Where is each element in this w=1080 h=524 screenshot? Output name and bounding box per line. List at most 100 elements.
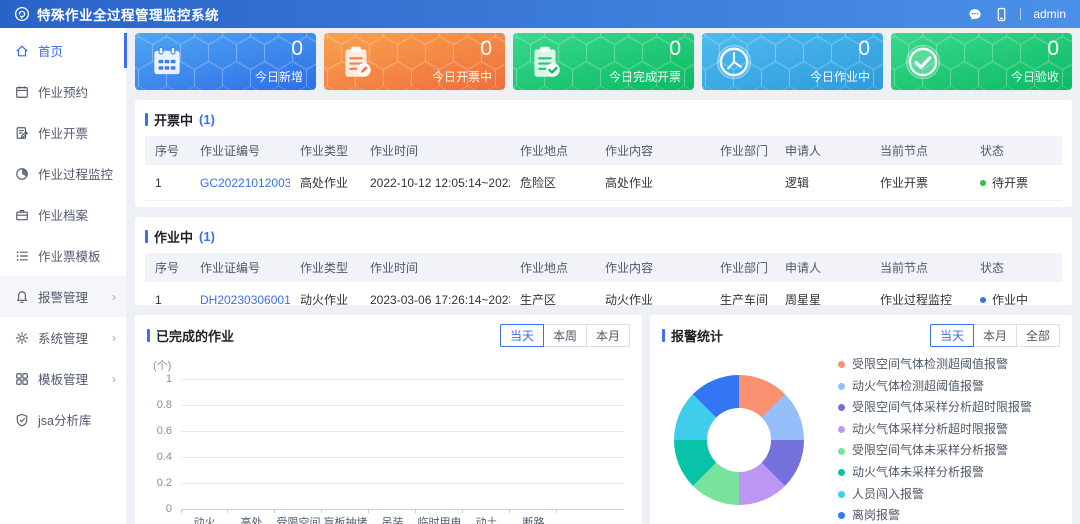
username[interactable]: admin	[1033, 7, 1066, 21]
y-tick: 0	[166, 503, 172, 515]
sidebar-item-job-reservation[interactable]: 作业预约	[0, 71, 126, 112]
sidebar-item-jsa-library[interactable]: jsa分析库	[0, 399, 126, 440]
legend-item: 动火气体采样分析超时限报警	[838, 422, 1032, 438]
table-header-row: 序号作业证编号作业类型作业时间作业地点作业内容作业部门申请人当前节点状态	[145, 253, 1062, 282]
ticket-number-link[interactable]: GC202210120030	[200, 176, 290, 190]
sidebar-item-process-monitor[interactable]: 作业过程监控	[0, 153, 126, 194]
stat-label: 今日验收	[1011, 68, 1059, 85]
legend-dot	[838, 361, 845, 368]
alarm-chart-body: 受限空间气体检测超阈值报警 动火气体检测超阈值报警 受限空间气体采样分析超时限报…	[662, 357, 1060, 524]
message-icon[interactable]	[967, 7, 983, 22]
sidebar-item-job-ticketing[interactable]: 作业开票	[0, 112, 126, 153]
ticketing-count: (1)	[199, 112, 215, 127]
clipboard-edit-icon	[337, 43, 375, 81]
y-tick: 0.2	[157, 477, 172, 489]
sidebar-item-template-management[interactable]: 模板管理 ›	[0, 358, 126, 399]
y-tick: 0.8	[157, 399, 172, 411]
x-category: 断路	[510, 509, 557, 524]
stat-cards-row: 0 今日新增 0 今日开票中	[135, 33, 1072, 90]
y-axis-unit: (个)	[153, 357, 630, 373]
legend-dot	[838, 491, 845, 498]
y-tick: 0.6	[157, 425, 172, 437]
chevron-right-icon: ›	[112, 331, 116, 345]
sidebar-item-system-management[interactable]: 系统管理 ›	[0, 317, 126, 358]
filter-week-button[interactable]: 本周	[543, 324, 587, 347]
legend-item: 动火气体检测超阈值报警	[838, 379, 1032, 395]
legend-dot	[838, 448, 845, 455]
bar-chart-plot: 1 0.8 0.6 0.4 0.2 0	[181, 379, 624, 509]
working-panel: 作业中(1) 序号作业证编号作业类型作业时间作业地点作业内容作业部门申请人当前节…	[135, 217, 1072, 305]
working-status-dot	[980, 297, 986, 303]
legend-item: 受限空间气体采样分析超时限报警	[838, 400, 1032, 416]
ticketing-status-dot	[980, 180, 986, 186]
home-icon	[15, 44, 29, 58]
table-header-row: 序号作业证编号作业类型作业时间作业地点作业内容作业部门申请人当前节点状态	[145, 136, 1062, 165]
working-count: (1)	[199, 229, 215, 244]
app-title: 特殊作业全过程管理监控系统	[37, 4, 219, 24]
stat-card-working-today: 0 今日作业中	[702, 33, 883, 90]
sidebar-item-ticket-template[interactable]: 作业票模板	[0, 235, 126, 276]
legend-item: 动火气体未采样分析报警	[838, 465, 1032, 481]
ticket-number-link[interactable]: DH202303060010	[200, 293, 290, 306]
ticketing-panel: 开票中(1) 序号作业证编号作业类型作业时间作业地点作业内容作业部门申请人当前节…	[135, 100, 1072, 207]
process-monitor-icon	[15, 167, 29, 181]
stat-value: 0	[609, 38, 681, 60]
brand: 特殊作业全过程管理监控系统	[14, 4, 219, 24]
stat-card-ticketing-today: 0 今日开票中	[324, 33, 505, 90]
legend-dot	[838, 383, 845, 390]
calendar-icon	[15, 85, 29, 99]
stat-value: 0	[432, 38, 492, 60]
template-grid-icon	[15, 372, 29, 386]
filter-all-button[interactable]: 全部	[1016, 324, 1060, 347]
legend-dot	[838, 426, 845, 433]
y-tick: 1	[166, 373, 172, 385]
main-content: 0 今日新增 0 今日开票中	[127, 28, 1080, 524]
sidebar-item-alarm-management[interactable]: 报警管理 ›	[0, 276, 126, 317]
x-category: 动土	[463, 509, 510, 524]
x-category: 动火	[181, 509, 228, 524]
stat-card-acceptance-today: 0 今日验收	[891, 33, 1072, 90]
legend-dot	[838, 469, 845, 476]
ticketing-table: 序号作业证编号作业类型作业时间作业地点作业内容作业部门申请人当前节点状态 1 G…	[145, 136, 1062, 201]
panel-title-ticketing: 开票中(1)	[145, 110, 215, 129]
stat-card-completed-ticketing-today: 0 今日完成开票	[513, 33, 694, 90]
alarm-legend: 受限空间气体检测超阈值报警 动火气体检测超阈值报警 受限空间气体采样分析超时限报…	[838, 357, 1032, 524]
stat-label: 今日作业中	[810, 68, 870, 85]
stat-label: 今日新增	[255, 68, 303, 85]
chevron-right-icon: ›	[112, 372, 116, 386]
status-badge: 待开票	[992, 176, 1028, 190]
legend-item: 受限空间气体检测超阈值报警	[838, 357, 1032, 373]
user-area: admin	[967, 7, 1066, 22]
mobile-icon[interactable]	[995, 7, 1008, 22]
brand-logo-icon	[14, 6, 30, 22]
sidebar: 首页 作业预约 作业开票 作业过程监控 作业档案 作业票模板	[0, 28, 127, 524]
clock-icon	[715, 43, 753, 81]
panel-title-completed-jobs: 已完成的作业	[147, 326, 234, 345]
completed-jobs-panel: 已完成的作业 当天 本周 本月 (个) 1 0.8 0.6 0.4 0.2	[135, 315, 642, 524]
x-category: 临时用电	[416, 509, 463, 524]
x-axis-labels: 动火 高处 受限空间 盲板抽堵 吊装 临时用电 动土 断路	[181, 509, 630, 524]
alarm-statistics-panel: 报警统计 当天 本月 全部 受限空间气体检测超阈值报警 动火气体检测超阈值报警 …	[650, 315, 1072, 524]
filter-today-button[interactable]: 当天	[930, 324, 974, 347]
filter-month-button[interactable]: 本月	[586, 324, 630, 347]
top-bar: 特殊作业全过程管理监控系统 admin	[0, 0, 1080, 28]
list-icon	[15, 249, 29, 263]
check-circle-icon	[904, 43, 942, 81]
alarm-donut-chart	[674, 375, 804, 505]
stat-value: 0	[255, 38, 303, 60]
stat-label: 今日开票中	[432, 68, 492, 85]
clipboard-check-icon	[526, 43, 564, 81]
document-edit-icon	[15, 126, 29, 140]
filter-today-button[interactable]: 当天	[500, 324, 544, 347]
table-row: 1 GC202210120030 高处作业 2022-10-12 12:05:1…	[145, 165, 1062, 201]
sidebar-item-home[interactable]: 首页	[0, 30, 126, 71]
panel-title-working: 作业中(1)	[145, 227, 215, 246]
chevron-right-icon: ›	[112, 290, 116, 304]
x-category: 吊装	[369, 509, 416, 524]
filter-month-button[interactable]: 本月	[973, 324, 1017, 347]
sidebar-item-job-archive[interactable]: 作业档案	[0, 194, 126, 235]
legend-dot	[838, 404, 845, 411]
stat-value: 0	[1011, 38, 1059, 60]
status-badge: 作业中	[992, 293, 1028, 305]
table-row: 1 DH202303060010 动火作业 2023-03-06 17:26:1…	[145, 282, 1062, 305]
